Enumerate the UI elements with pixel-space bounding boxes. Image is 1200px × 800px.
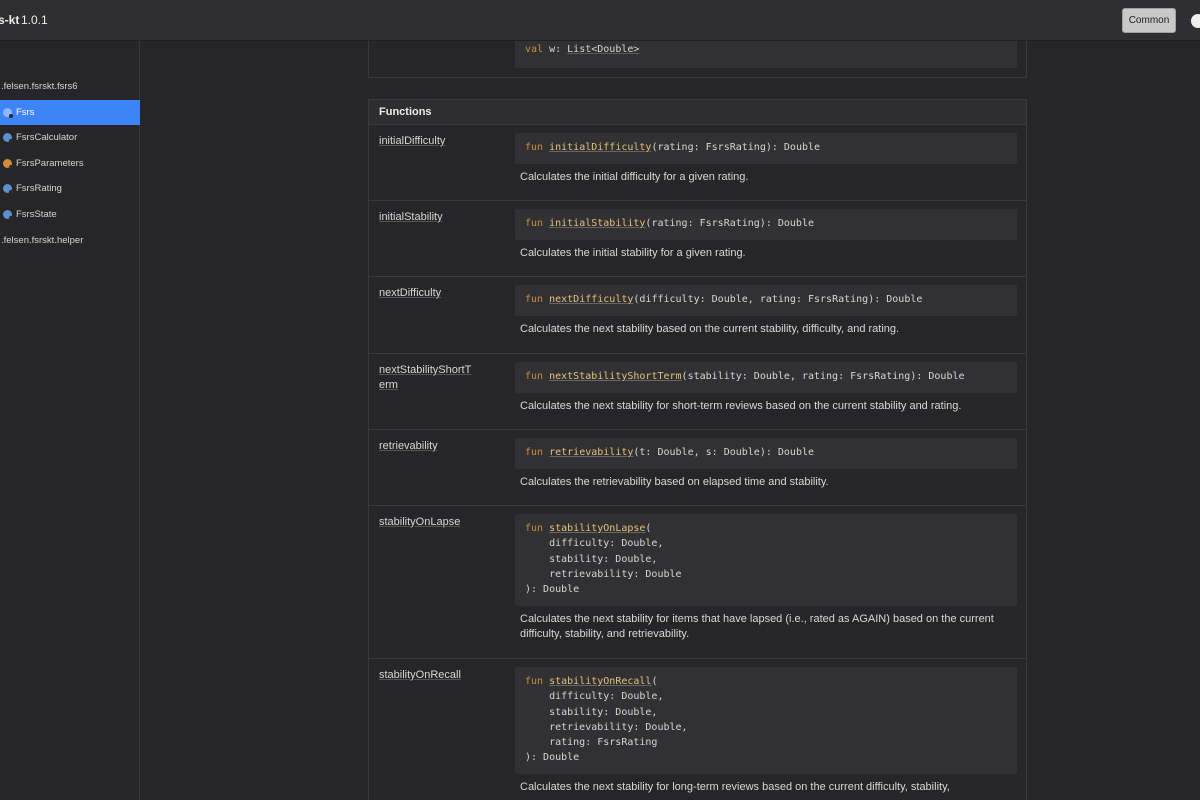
- params-text: (rating: FsrsRating): Double: [651, 142, 821, 153]
- sidebar-item-label: Fsrs: [16, 107, 35, 118]
- type-link[interactable]: List<Double>: [567, 44, 639, 55]
- function-link[interactable]: nextDifficulty: [549, 294, 633, 305]
- function-signature: fun initialStability(rating: FsrsRating)…: [515, 209, 1017, 240]
- function-name[interactable]: initialStability: [379, 210, 479, 225]
- keyword: fun: [525, 676, 544, 687]
- enum-icon: [3, 184, 13, 194]
- function-signature: fun initialDifficulty(rating: FsrsRating…: [515, 133, 1017, 164]
- function-link[interactable]: initialStability: [549, 218, 645, 229]
- function-signature: fun stabilityOnRecall( difficulty: Doubl…: [515, 667, 1017, 774]
- keyword: fun: [525, 371, 544, 382]
- sidebar-item-label: FsrsRating: [16, 183, 62, 194]
- app-title[interactable]: s-kt: [0, 13, 19, 27]
- enum-icon: [3, 210, 13, 220]
- function-description: Calculates the next stability for long-t…: [520, 781, 950, 793]
- function-link[interactable]: initialDifficulty: [549, 142, 651, 153]
- functions-header: Functions: [369, 100, 1026, 125]
- function-link[interactable]: stabilityOnRecall: [549, 676, 651, 687]
- version-label: 1.0.1: [21, 13, 48, 27]
- keyword: fun: [525, 523, 544, 534]
- keyword: fun: [525, 447, 544, 458]
- params-text: (difficulty: Double, rating: FsrsRating)…: [633, 294, 923, 305]
- function-description: Calculates the next stability based on t…: [520, 323, 900, 335]
- function-signature: fun nextStabilityShortTerm(stability: Do…: [515, 362, 1017, 393]
- property-signature: val w: List<Double>: [515, 41, 1017, 68]
- function-description: Calculates the retrievability based on e…: [520, 476, 829, 488]
- sidebar-item-fsrs[interactable]: Fsrs: [0, 100, 140, 125]
- data-class-icon: [3, 159, 13, 169]
- params-text: (rating: FsrsRating): Double: [645, 218, 814, 229]
- sidebar-item-fsrsparameters[interactable]: FsrsParameters: [0, 151, 140, 176]
- function-row-nextdifficulty: nextDifficulty fun nextDifficulty(diffic…: [369, 277, 1026, 354]
- function-link[interactable]: nextStabilityShortTerm: [549, 371, 681, 382]
- sidebar-item-label: .felsen.fsrskt.fsrs6: [1, 81, 78, 92]
- keyword: val: [525, 44, 544, 55]
- theme-toggle-icon[interactable]: [1191, 14, 1200, 28]
- signature-text: w:: [543, 44, 568, 55]
- keyword: fun: [525, 294, 544, 305]
- function-name[interactable]: nextStabilityShortTerm: [379, 363, 474, 393]
- sidebar-item-label: FsrsCalculator: [16, 132, 78, 143]
- function-name[interactable]: nextDifficulty: [379, 286, 479, 301]
- params-text: (t: Double, s: Double): Double: [633, 447, 815, 458]
- params-text: (stability: Double, rating: FsrsRating):…: [681, 371, 965, 382]
- function-name[interactable]: stabilityOnRecall: [379, 668, 479, 683]
- keyword: fun: [525, 142, 544, 153]
- sidebar-item-label: FsrsParameters: [16, 158, 84, 169]
- function-row-nextstabilityshortterm: nextStabilityShortTerm fun nextStability…: [369, 354, 1026, 430]
- function-link[interactable]: stabilityOnLapse: [549, 523, 645, 534]
- function-description: Calculates the next stability for short-…: [520, 400, 962, 412]
- sidebar-item-fsrsstate[interactable]: FsrsState: [0, 202, 140, 227]
- function-row-initialdifficulty: initialDifficulty fun initialDifficulty(…: [369, 125, 1026, 201]
- common-platform-button[interactable]: Common: [1122, 8, 1176, 33]
- sidebar-item-package-fsrs6[interactable]: .felsen.fsrskt.fsrs6: [0, 74, 140, 99]
- function-row-retrievability: retrievability fun retrievability(t: Dou…: [369, 430, 1026, 506]
- params-text: ( difficulty: Double, stability: Double,…: [525, 676, 688, 764]
- function-name[interactable]: initialDifficulty: [379, 134, 479, 149]
- keyword: fun: [525, 218, 544, 229]
- main-content: w val w: List<Double> Functions initialD…: [141, 41, 1200, 800]
- top-bar: s-kt 1.0.1 Common: [0, 0, 1200, 41]
- function-signature: fun nextDifficulty(difficulty: Double, r…: [515, 285, 1017, 316]
- functions-table: Functions initialDifficulty fun initialD…: [368, 99, 1027, 800]
- sidebar-item-fsrsrating[interactable]: FsrsRating: [0, 176, 140, 201]
- function-signature: fun stabilityOnLapse( difficulty: Double…: [515, 514, 1017, 606]
- function-description: Calculates the next stability for items …: [520, 613, 994, 640]
- property-name[interactable]: w: [379, 41, 387, 43]
- function-link[interactable]: retrievability: [549, 447, 633, 458]
- function-description: Calculates the initial stability for a g…: [520, 247, 746, 259]
- sidebar: .felsen.fsrskt.fsrs6 Fsrs FsrsCalculator…: [0, 41, 140, 800]
- function-row-initialstability: initialStability fun initialStability(ra…: [369, 201, 1026, 277]
- sidebar-item-label: .felsen.fsrskt.helper: [1, 235, 84, 246]
- function-row-stabilityonlapse: stabilityOnLapse fun stabilityOnLapse( d…: [369, 506, 1026, 659]
- function-description: Calculates the initial difficulty for a …: [520, 171, 749, 183]
- function-name[interactable]: stabilityOnLapse: [379, 515, 479, 530]
- function-row-stabilityonrecall: stabilityOnRecall fun stabilityOnRecall(…: [369, 659, 1026, 800]
- property-row: w val w: List<Double>: [368, 41, 1027, 78]
- function-signature: fun retrievability(t: Double, s: Double)…: [515, 438, 1017, 469]
- sidebar-item-fsrscalculator[interactable]: FsrsCalculator: [0, 125, 140, 150]
- function-name[interactable]: retrievability: [379, 439, 479, 454]
- sidebar-item-package-helper[interactable]: .felsen.fsrskt.helper: [0, 228, 140, 253]
- class-icon: [3, 108, 13, 118]
- sidebar-item-label: FsrsState: [16, 209, 57, 220]
- class-icon: [3, 133, 13, 143]
